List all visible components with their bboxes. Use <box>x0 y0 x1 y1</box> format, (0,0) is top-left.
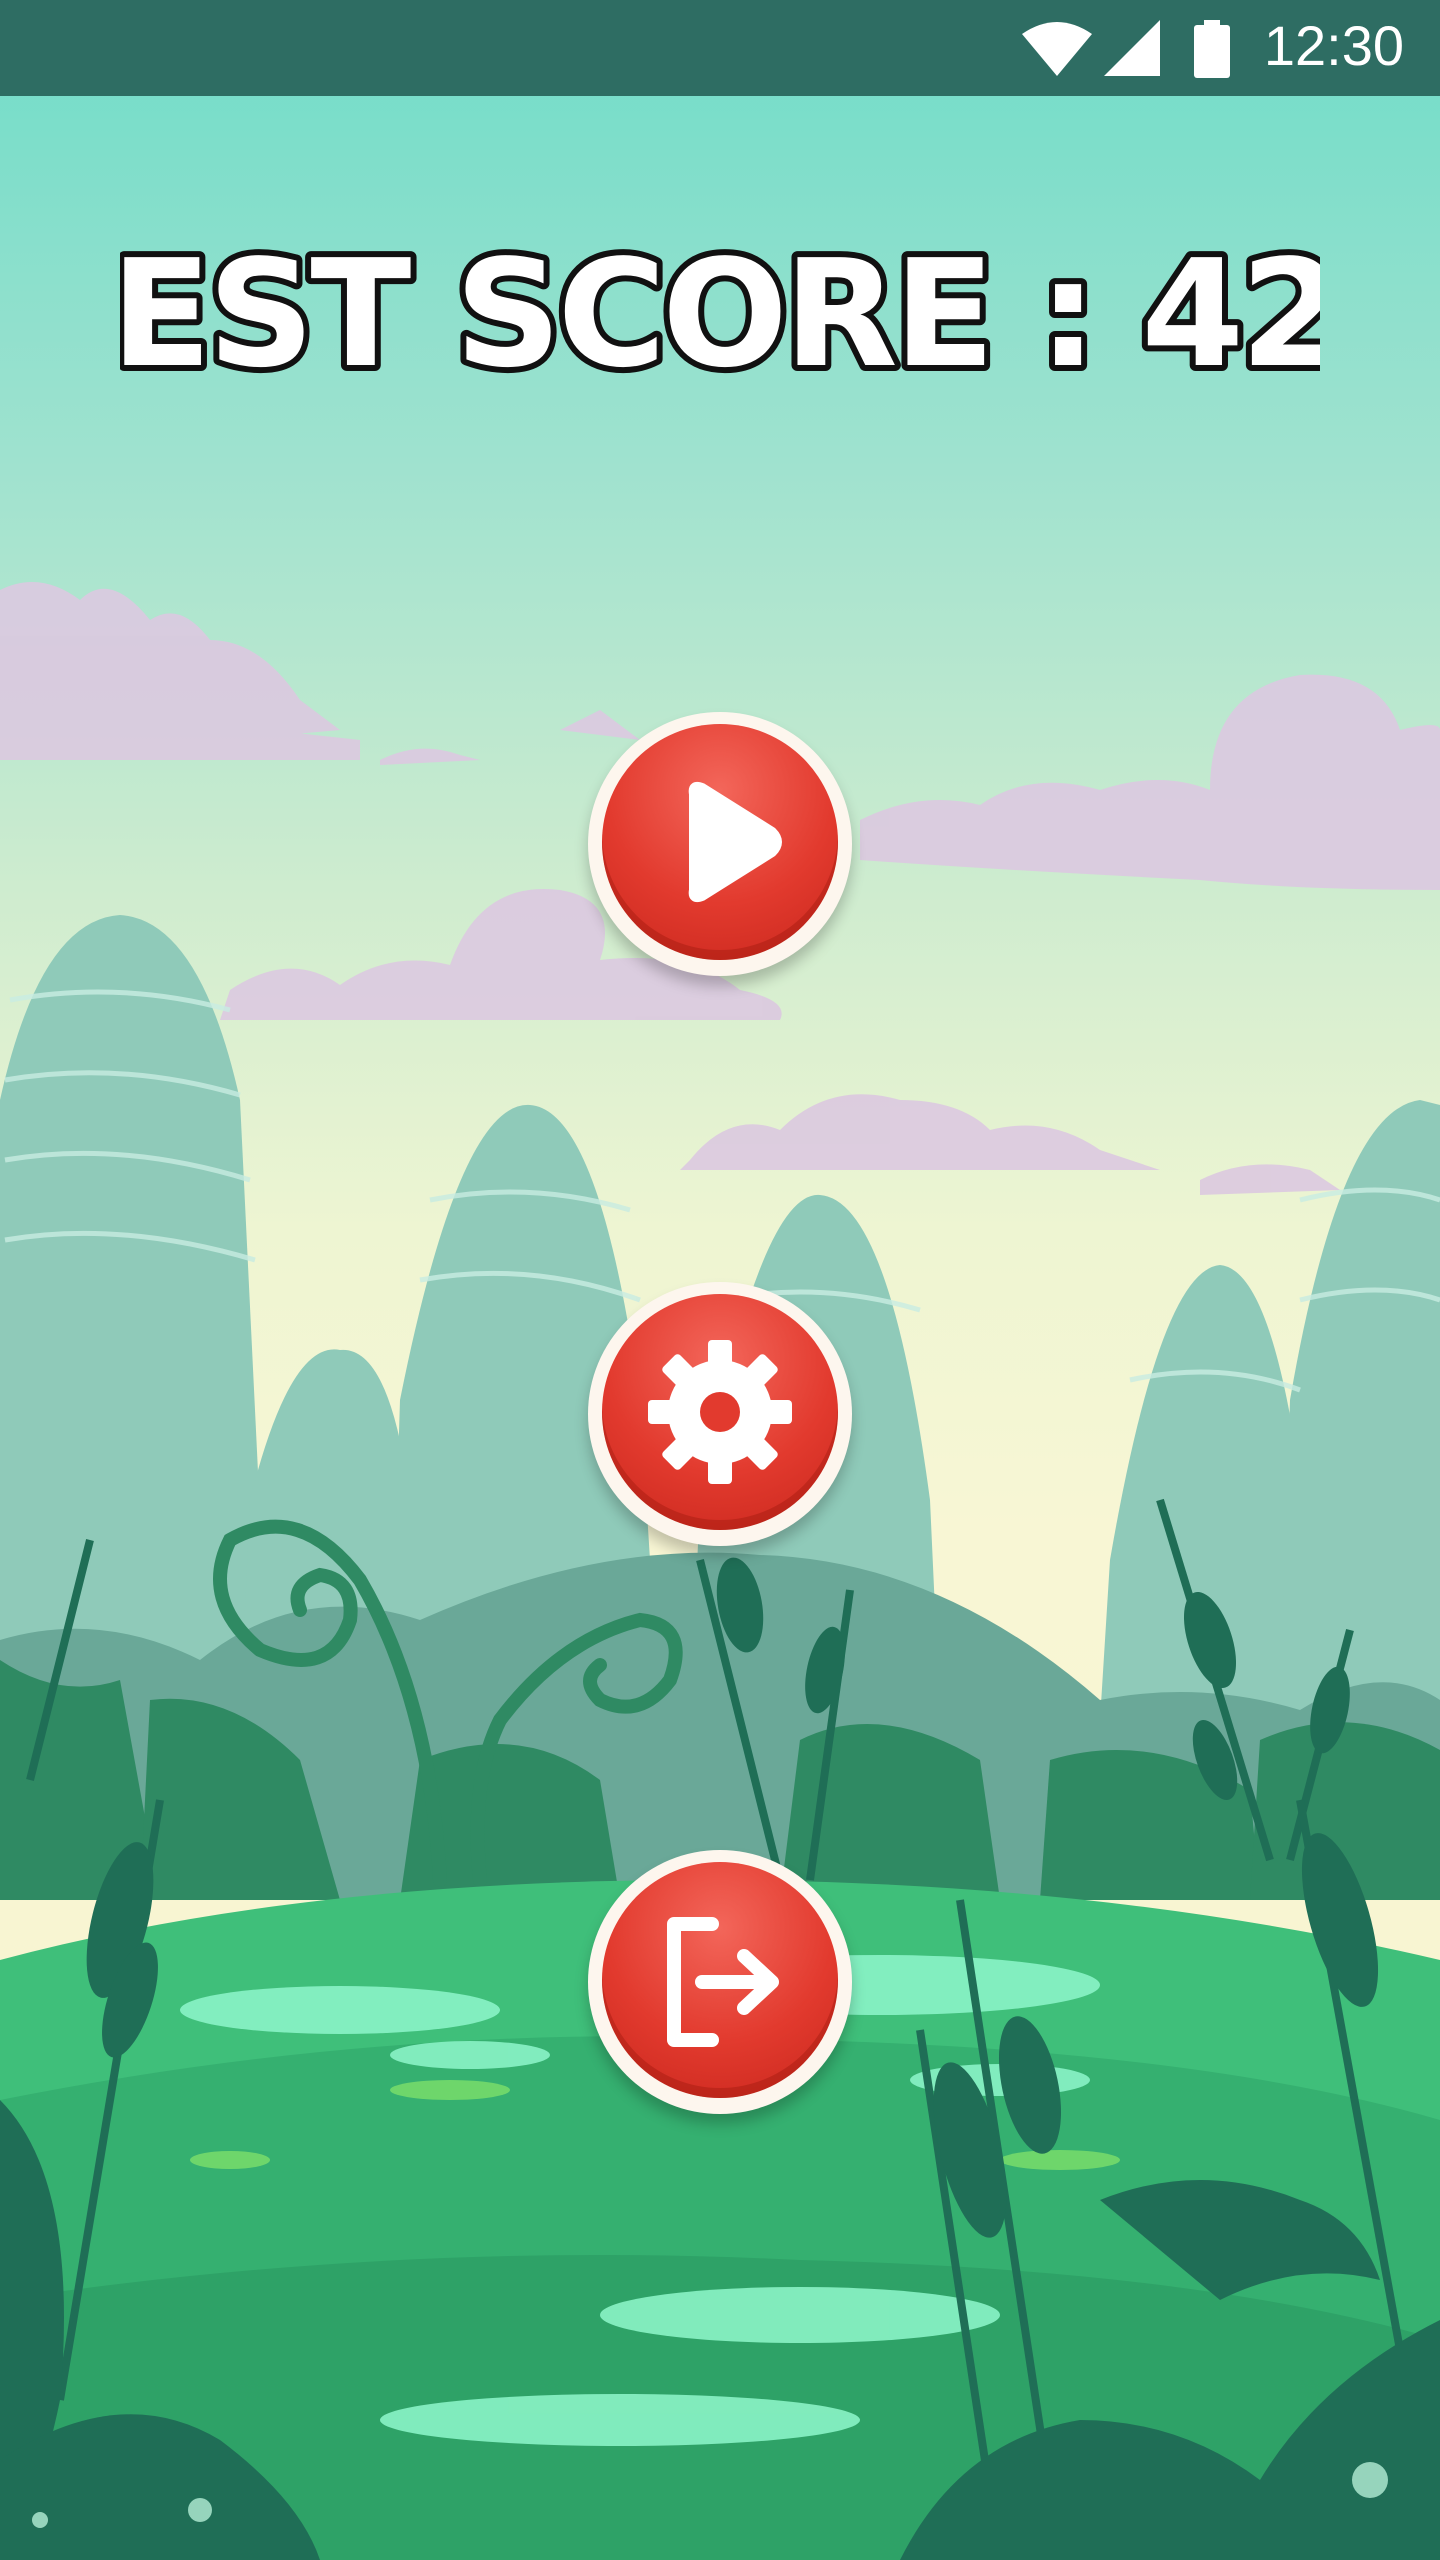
status-bar: 12:30 <box>0 0 1440 96</box>
exit-icon <box>667 1917 779 2047</box>
best-score-text: BEST SCORE : 420 <box>120 228 1320 400</box>
settings-button[interactable] <box>588 1282 852 1546</box>
exit-button[interactable] <box>588 1850 852 2114</box>
signal-icon <box>1104 20 1160 76</box>
wifi-icon <box>1022 22 1092 76</box>
play-icon <box>688 781 782 903</box>
best-score-title: BEST SCORE : 420 <box>0 220 1440 400</box>
play-button[interactable] <box>588 712 852 976</box>
game-menu-screen: 12:30 BEST SCORE : 420 <box>0 0 1440 2560</box>
battery-icon <box>1194 20 1230 78</box>
best-score-svg: BEST SCORE : 420 <box>120 222 1320 400</box>
gear-icon <box>648 1340 792 1484</box>
status-time: 12:30 <box>1263 14 1404 77</box>
